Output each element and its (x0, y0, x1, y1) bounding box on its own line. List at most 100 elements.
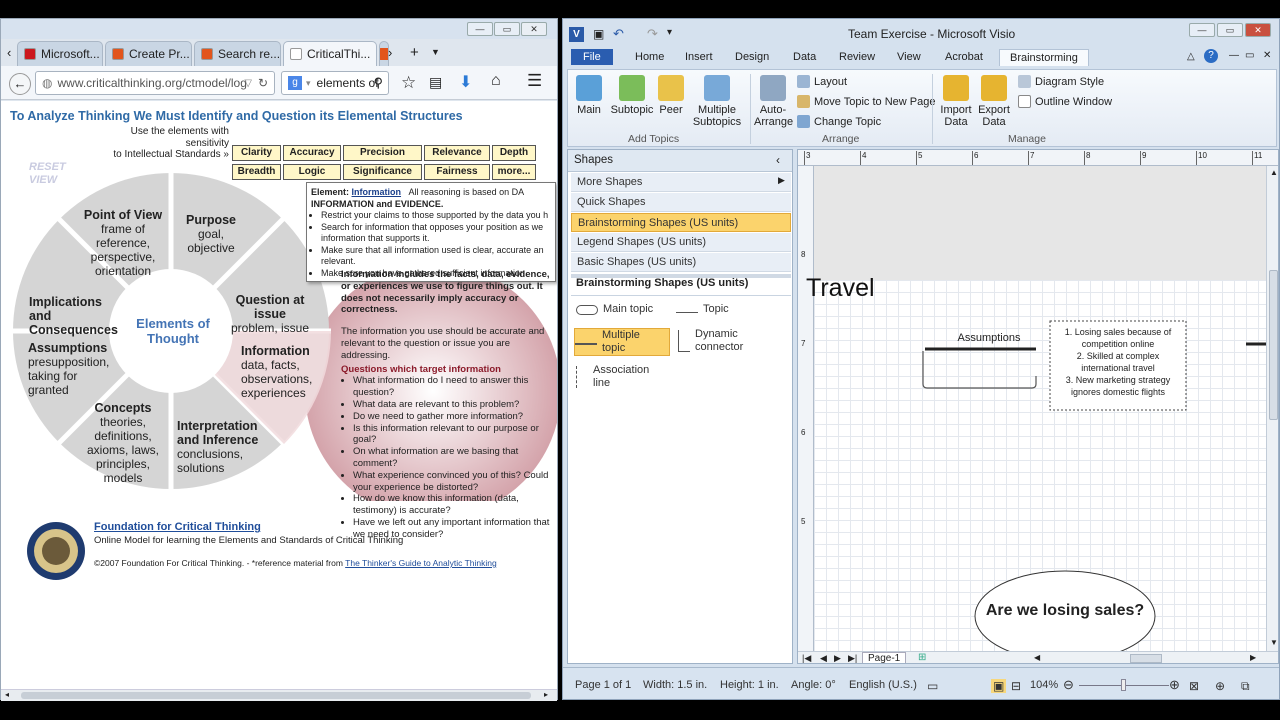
zoom-level[interactable]: 104% (1030, 679, 1058, 691)
export-data-button[interactable]: Export Data (976, 75, 1012, 128)
tab-insert[interactable]: Insert (685, 51, 713, 63)
element-segment-label[interactable]: Concepts theories, definitions, axioms, l… (75, 401, 171, 485)
last-page-icon[interactable]: ▶| (848, 653, 857, 663)
scroll-down-icon[interactable]: ▼ (1270, 638, 1278, 647)
doc-minimize-icon[interactable]: — (1229, 50, 1239, 61)
element-segment-label[interactable]: Implications and Consequences (29, 295, 125, 337)
diagram-style-button[interactable]: Diagram Style (1018, 75, 1104, 88)
auto-arrange-button[interactable]: Auto-Arrange (754, 75, 793, 128)
tab-brainstorming[interactable]: Brainstorming (999, 49, 1089, 66)
element-segment-label[interactable]: Information data, facts, observations, ex… (241, 344, 321, 400)
reload-icon[interactable]: ↻ (258, 76, 268, 90)
reader-icon[interactable]: ▤ (429, 74, 442, 91)
peer-button[interactable]: Peer (658, 75, 684, 116)
stencil-shape[interactable]: Multiple topic (574, 328, 670, 356)
new-tab-icon[interactable]: + (410, 44, 419, 61)
stencil-shape[interactable]: Association line (576, 364, 672, 390)
download-icon[interactable]: ⬇ (459, 72, 472, 92)
guide-link[interactable]: The Thinker's Guide to Analytic Thinking (345, 558, 497, 568)
drawing-canvas[interactable]: 3 4 5 6 7 8 9 10 11 8765 Travel Assumptions 1. L… (797, 149, 1279, 664)
zoom-out-icon[interactable]: ⊖ (1063, 677, 1074, 693)
assumptions-topic[interactable]: Assumptions (934, 332, 1044, 344)
maximize-button[interactable]: ▭ (494, 22, 520, 36)
dropdown-icon[interactable]: ▽ (244, 78, 252, 89)
address-bar[interactable]: ◍ www.criticalthinking.org/ctmodel/log ▽… (35, 71, 275, 95)
tab-design[interactable]: Design (735, 51, 769, 63)
import-data-button[interactable]: Import Data (938, 75, 974, 128)
presentation-icon[interactable]: ⊟ (1011, 679, 1021, 693)
vertical-scrollbar[interactable]: ▲ ▼ (1266, 166, 1278, 651)
assumptions-list[interactable]: 1. Losing sales because of competition o… (1052, 326, 1184, 398)
save-icon[interactable]: ▣ (593, 27, 604, 41)
undo-icon[interactable]: ↶ (613, 26, 624, 42)
tab-scroll-left-icon[interactable]: ‹ (7, 45, 11, 60)
stencil-row[interactable]: Quick Shapes (571, 193, 791, 212)
browser-tab[interactable]: Microsoft... (17, 41, 103, 66)
element-segment-label[interactable]: Question at issue problem, issue (225, 293, 315, 335)
scroll-up-icon[interactable]: ▲ (1270, 168, 1278, 177)
standard-button[interactable]: Accuracy (283, 145, 341, 161)
horizontal-scrollbar[interactable]: ◂ ▸ (1, 689, 557, 701)
main-topic-button[interactable]: Main (576, 75, 602, 116)
standard-button[interactable]: Depth (492, 145, 536, 161)
change-topic-button[interactable]: Change Topic (797, 115, 881, 128)
pan-zoom-icon[interactable]: ⊕ (1215, 679, 1225, 693)
prev-page-icon[interactable]: ◀ (820, 653, 827, 663)
close-button[interactable]: ✕ (521, 22, 547, 36)
zoom-in-icon[interactable]: ⊕ (1169, 677, 1180, 693)
search-input[interactable]: g ▾ elements of ⚲ (281, 71, 389, 95)
browser-tab[interactable]: Create Pr... (105, 41, 192, 66)
qat-customize-icon[interactable]: ▾ (667, 27, 672, 38)
element-segment-label[interactable]: Purpose goal, objective (173, 213, 249, 255)
standard-button[interactable]: Precision (343, 145, 422, 161)
foundation-link[interactable]: Foundation for Critical Thinking (94, 521, 261, 533)
ribbon-minimize-icon[interactable]: △ (1187, 51, 1195, 62)
tab-list-icon[interactable]: ▼ (431, 47, 440, 57)
subtopic-button[interactable]: Subtopic (610, 75, 654, 116)
stencil-row[interactable]: Brainstorming Shapes (US units) (571, 213, 791, 232)
collapse-panel-icon[interactable]: ‹ (776, 153, 780, 167)
status-language[interactable]: English (U.S.) (849, 679, 917, 691)
multiple-subtopics-button[interactable]: Multiple Subtopics (692, 75, 742, 128)
scroll-thumb[interactable] (21, 692, 531, 699)
back-icon[interactable]: ← (9, 73, 31, 95)
move-topic-button[interactable]: Move Topic to New Page (797, 95, 935, 108)
close-button[interactable]: ✕ (1245, 23, 1271, 37)
tab-acrobat[interactable]: Acrobat (945, 51, 983, 63)
fit-page-icon[interactable]: ⊠ (1189, 679, 1199, 693)
expand-arrow-icon[interactable]: ▶ (778, 175, 785, 186)
vertical-scroll-thumb[interactable] (1269, 270, 1278, 420)
status-page[interactable]: Page 1 of 1 (575, 679, 631, 691)
first-page-icon[interactable]: |◀ (802, 653, 811, 663)
browser-tab[interactable]: CriticalThi... (283, 41, 377, 66)
switch-windows-icon[interactable]: ⧉ (1241, 679, 1250, 694)
scroll-left-icon[interactable]: ◂ (5, 690, 9, 699)
tab-data[interactable]: Data (793, 51, 816, 63)
stencil-shape[interactable]: Dynamic connector (678, 328, 778, 354)
zoom-slider-thumb[interactable] (1121, 679, 1126, 691)
tab-review[interactable]: Review (839, 51, 875, 63)
tab-home[interactable]: Home (635, 51, 664, 63)
stencil-shape[interactable]: Topic (676, 303, 776, 316)
layout-button[interactable]: Layout (797, 75, 847, 88)
search-icon[interactable]: ⚲ (373, 75, 383, 91)
horizontal-scroll-thumb[interactable] (1130, 654, 1162, 663)
home-icon[interactable]: ⌂ (491, 72, 501, 90)
stencil-row[interactable]: Legend Shapes (US units) (571, 233, 791, 252)
help-icon[interactable]: ? (1204, 49, 1218, 63)
tab-scroll-right-icon[interactable]: › (388, 45, 392, 60)
browser-tab[interactable]: Search re... (194, 41, 281, 66)
next-page-icon[interactable]: ▶ (834, 653, 841, 663)
scroll-right-icon[interactable]: ▸ (544, 690, 548, 699)
doc-restore-icon[interactable]: ▭ (1245, 50, 1254, 61)
stencil-row[interactable]: Basic Shapes (US units) (571, 253, 791, 272)
maximize-button[interactable]: ▭ (1217, 23, 1243, 37)
page-tab[interactable]: Page-1 (862, 652, 907, 663)
insert-page-icon[interactable]: ⊞ (918, 652, 926, 663)
doc-close-icon[interactable]: ✕ (1263, 50, 1271, 61)
hscroll-left-icon[interactable]: ◀ (1034, 653, 1040, 662)
element-segment-label[interactable]: Point of View frame of reference, perspec… (79, 208, 167, 278)
macro-record-icon[interactable]: ▭ (927, 679, 938, 693)
bookmark-star-icon[interactable]: ☆ (401, 73, 416, 93)
stencil-shape[interactable]: Main topic (576, 303, 666, 316)
